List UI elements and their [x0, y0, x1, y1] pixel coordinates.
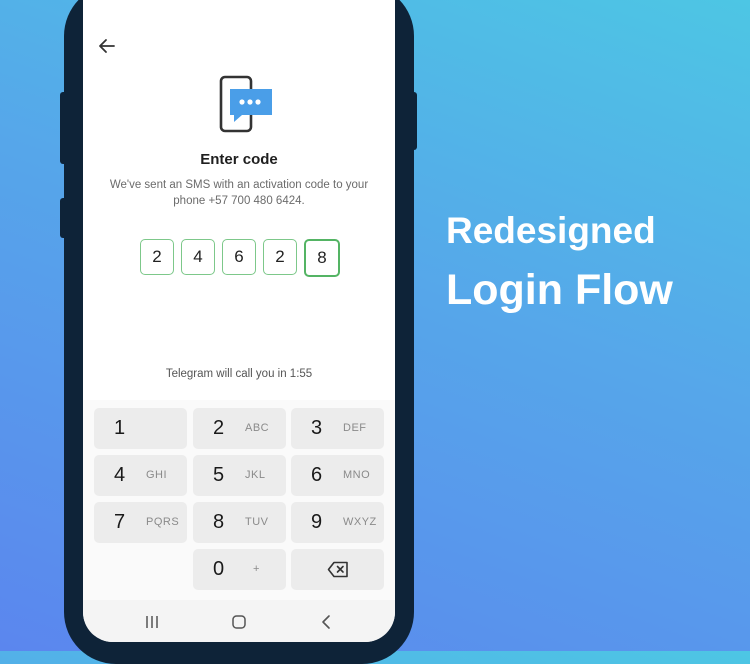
- key-0[interactable]: 0 +: [193, 549, 286, 590]
- phone-screen: Enter code We've sent an SMS with an act…: [83, 0, 395, 642]
- power-button-right: [410, 92, 417, 150]
- arrow-left-icon[interactable]: [97, 36, 117, 56]
- key-6[interactable]: 6 MNO: [291, 455, 384, 496]
- promo-line-1: Redesigned: [446, 210, 656, 251]
- key-number: 5: [213, 464, 225, 486]
- key-number: 7: [114, 511, 126, 533]
- key-letters: WXYZ: [343, 516, 377, 528]
- code-digit-2[interactable]: 4: [181, 239, 215, 275]
- call-timer-text: Telegram will call you in 1:55: [165, 368, 313, 380]
- key-number: 1: [114, 417, 126, 439]
- key-letters: JKL: [245, 469, 266, 481]
- key-letters: ABC: [245, 422, 270, 434]
- home-icon[interactable]: [231, 614, 247, 630]
- key-number: 4: [114, 464, 126, 486]
- screen-subtitle: We've sent an SMS with an activation cod…: [109, 179, 369, 207]
- key-5[interactable]: 5 JKL: [193, 455, 286, 496]
- code-input-group[interactable]: 2 4 6 2 8: [140, 239, 340, 277]
- code-digit-5[interactable]: 8: [304, 239, 340, 277]
- code-digit-3[interactable]: 6: [222, 239, 256, 275]
- recent-apps-icon[interactable]: [144, 614, 160, 630]
- system-nav-bar: [83, 600, 395, 642]
- key-letters: TUV: [245, 516, 269, 528]
- key-number: 3: [311, 417, 323, 439]
- key-9[interactable]: 9 WXYZ: [291, 502, 384, 543]
- chevron-left-icon[interactable]: [319, 614, 335, 630]
- code-digit-4[interactable]: 2: [263, 239, 297, 275]
- screen-title: Enter code: [200, 151, 278, 168]
- key-letters: GHI: [146, 469, 168, 481]
- backspace-key[interactable]: [291, 549, 384, 590]
- phone-sms-icon: [219, 75, 272, 133]
- key-number: 2: [213, 417, 225, 439]
- power-button-left: [60, 198, 68, 238]
- key-1[interactable]: 1: [94, 408, 187, 449]
- key-letters: DEF: [343, 422, 367, 434]
- volume-button: [60, 92, 68, 164]
- promo-line-2: Login Flow: [446, 266, 673, 314]
- key-3[interactable]: 3 DEF: [291, 408, 384, 449]
- key-8[interactable]: 8 TUV: [193, 502, 286, 543]
- key-number: 0: [213, 558, 225, 580]
- key-empty: [94, 549, 187, 590]
- key-number: 8: [213, 511, 225, 533]
- promo-headline: Redesigned Login Flow: [446, 212, 673, 312]
- key-number: 6: [311, 464, 323, 486]
- key-letters: MNO: [343, 469, 371, 481]
- backspace-icon: [327, 561, 348, 578]
- key-4[interactable]: 4 GHI: [94, 455, 187, 496]
- key-2[interactable]: 2 ABC: [193, 408, 286, 449]
- key-letters: +: [253, 563, 260, 575]
- code-digit-1[interactable]: 2: [140, 239, 174, 275]
- key-letters: PQRS: [146, 516, 180, 528]
- numeric-keypad: 1 2 ABC 3 DEF 4 GHI 5 JKL 6 MNO 7 PQRS 8…: [83, 400, 395, 600]
- key-7[interactable]: 7 PQRS: [94, 502, 187, 543]
- key-number: 9: [311, 511, 323, 533]
